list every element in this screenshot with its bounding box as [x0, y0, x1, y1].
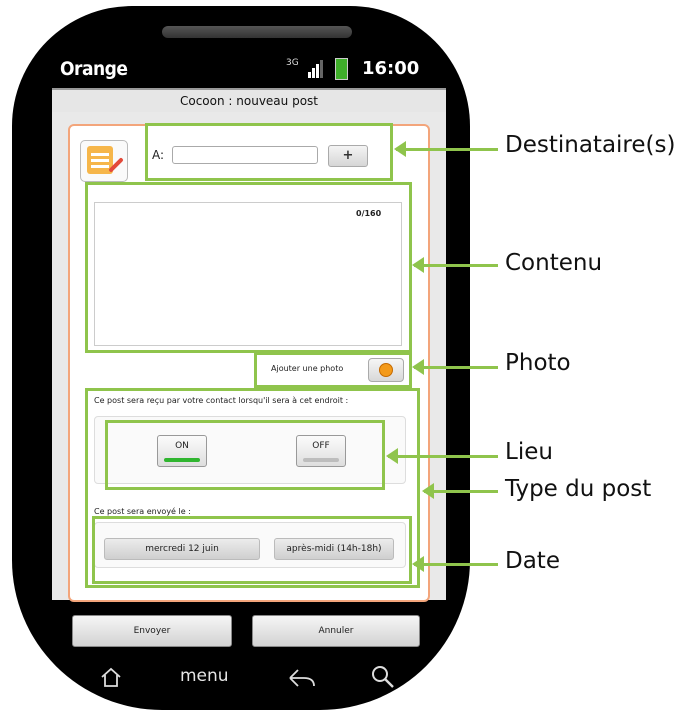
place-highlight [105, 420, 385, 490]
recipients-annotation: Destinataire(s) [505, 132, 676, 158]
back-icon[interactable] [286, 666, 318, 690]
date-highlight [92, 516, 412, 584]
navigation-bar: menu [60, 660, 440, 696]
date-annotation: Date [505, 548, 560, 574]
carrier-name: Orange [60, 58, 128, 80]
post-type-arrow [422, 483, 498, 499]
post-note-icon [80, 140, 128, 182]
clock: 16:00 [362, 58, 420, 79]
photo-annotation: Photo [505, 350, 571, 376]
photo-arrow [412, 359, 498, 375]
recipients-highlight [145, 123, 393, 181]
content-arrow [412, 257, 498, 273]
place-annotation: Lieu [505, 439, 553, 465]
post-type-annotation: Type du post [505, 476, 652, 502]
status-bar: Orange 3G 16:00 [60, 56, 440, 84]
place-arrow [386, 448, 498, 464]
cancel-button[interactable]: Annuler [252, 615, 420, 647]
network-type-icon: 3G [286, 58, 299, 68]
app-title: Cocoon : nouveau post [52, 88, 446, 112]
send-button[interactable]: Envoyer [72, 615, 232, 647]
signal-icon [308, 60, 323, 78]
speaker-grille [162, 26, 352, 38]
content-annotation: Contenu [505, 250, 603, 276]
recipients-arrow [394, 141, 498, 157]
photo-highlight [254, 352, 412, 388]
search-icon[interactable] [370, 664, 396, 690]
battery-icon [335, 58, 348, 80]
content-highlight [85, 182, 412, 353]
menu-button[interactable]: menu [180, 666, 229, 686]
home-icon[interactable] [100, 666, 122, 688]
date-arrow [412, 556, 498, 572]
